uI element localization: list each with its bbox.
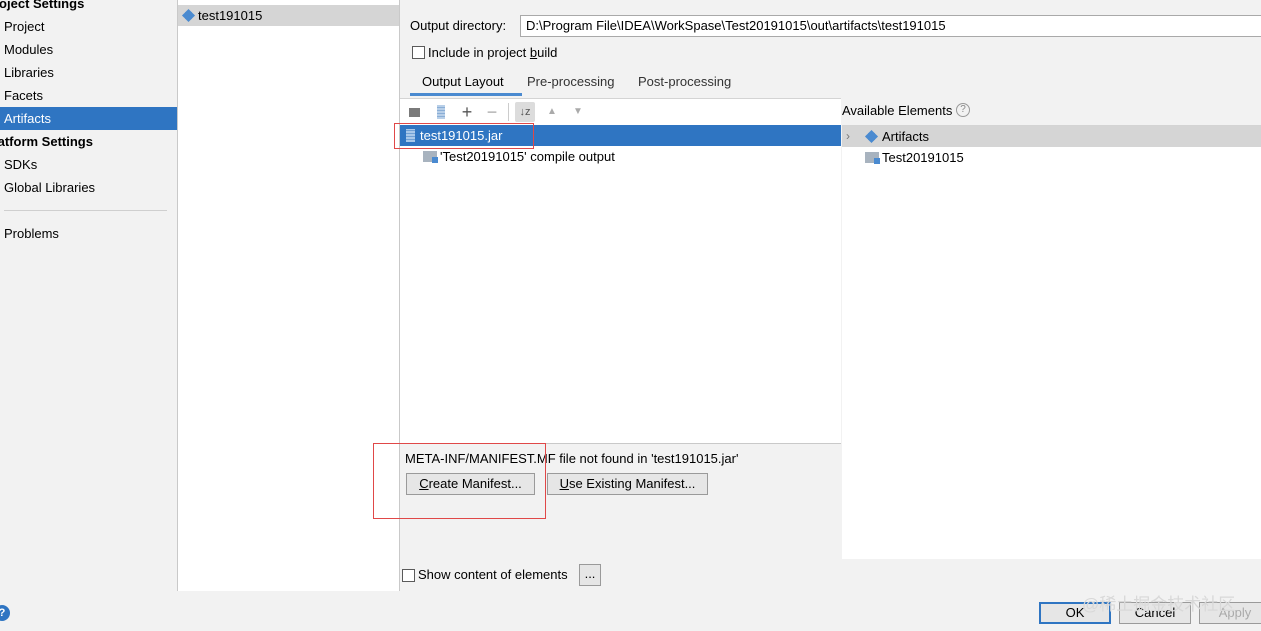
- output-directory-label: Output directory:: [410, 18, 507, 33]
- sidebar-item-problems[interactable]: Problems: [0, 222, 177, 245]
- available-elements-tree: › Artifacts Test20191015: [842, 125, 1261, 559]
- tab-output-layout[interactable]: Output Layout: [410, 74, 522, 96]
- available-item-module[interactable]: Test20191015: [842, 147, 1261, 168]
- output-layout-tree: + − ↓z ▲ ▼ test191015.jar 'Test20191015'…: [400, 98, 841, 444]
- artifact-config-panel: Output directory: D:\Program File\IDEA\W…: [373, 0, 1261, 591]
- platform-settings-heading: latform Settings: [0, 134, 93, 149]
- artifacts-icon: [864, 129, 879, 144]
- watermark: @稀土掘金技术社区: [1082, 595, 1236, 614]
- artifact-name: test191015: [198, 8, 263, 23]
- tree-node-jar-label: test191015.jar: [420, 128, 503, 143]
- artifact-icon: [181, 8, 196, 23]
- available-item-artifacts[interactable]: › Artifacts: [842, 126, 1261, 147]
- tree-node-jar[interactable]: test191015.jar: [400, 125, 841, 146]
- tab-pre-processing[interactable]: Pre-processing: [527, 74, 614, 96]
- expand-chevron-icon[interactable]: ›: [846, 126, 850, 147]
- settings-sidebar: roject Settings Project Modules Librarie…: [0, 0, 178, 591]
- project-settings-heading: roject Settings: [0, 0, 85, 11]
- tree-node-compile-output[interactable]: 'Test20191015' compile output: [400, 146, 841, 167]
- help-icon[interactable]: ?: [956, 103, 970, 117]
- artifact-list-item[interactable]: test191015: [178, 5, 399, 26]
- module-icon: [865, 152, 880, 164]
- create-manifest-button[interactable]: Create Manifest...: [406, 473, 535, 495]
- manifest-panel: META-INF/MANIFEST.MF file not found in '…: [400, 443, 841, 559]
- manifest-message: META-INF/MANIFEST.MF file not found in '…: [405, 451, 739, 466]
- sidebar-item-facets[interactable]: Facets: [0, 84, 177, 107]
- output-directory-field[interactable]: D:\Program File\IDEA\WorkSpase\Test20191…: [520, 15, 1261, 37]
- jar-icon: [406, 129, 415, 142]
- tab-post-processing[interactable]: Post-processing: [638, 74, 731, 96]
- show-content-label: Show content of elements: [418, 567, 568, 582]
- sidebar-item-sdks[interactable]: SDKs: [0, 153, 177, 176]
- add-copy-icon[interactable]: +: [459, 103, 475, 121]
- include-in-build-label: Include in project build: [428, 45, 558, 60]
- sidebar-divider: [4, 210, 167, 211]
- sort-icon[interactable]: ↓z: [515, 102, 535, 122]
- sidebar-item-artifacts[interactable]: Artifacts: [0, 107, 177, 130]
- use-existing-manifest-button[interactable]: Use Existing Manifest...: [547, 473, 708, 495]
- show-content-options-button[interactable]: ...: [579, 564, 601, 586]
- help-button[interactable]: ?: [0, 605, 10, 621]
- available-item-artifacts-label: Artifacts: [882, 129, 929, 144]
- new-directory-icon[interactable]: [408, 104, 424, 120]
- move-down-icon[interactable]: ▼: [570, 104, 586, 120]
- include-in-build-checkbox[interactable]: [412, 46, 425, 59]
- module-output-icon: [423, 151, 438, 163]
- sidebar-item-project[interactable]: Project: [0, 15, 177, 38]
- sidebar-item-global-libraries[interactable]: Global Libraries: [0, 176, 177, 199]
- sidebar-item-modules[interactable]: Modules: [0, 38, 177, 61]
- dialog-button-bar: ? OK Cancel Apply @稀土掘金技术社区: [0, 591, 1261, 631]
- available-elements-title: Available Elements: [842, 103, 953, 118]
- create-archive-icon[interactable]: [433, 104, 449, 120]
- remove-icon[interactable]: −: [484, 103, 500, 121]
- available-item-module-label: Test20191015: [882, 150, 964, 165]
- move-up-icon[interactable]: ▲: [544, 104, 560, 120]
- toolbar-separator: [508, 103, 509, 121]
- tree-node-compile-output-label: 'Test20191015' compile output: [440, 149, 615, 164]
- sidebar-item-libraries[interactable]: Libraries: [0, 61, 177, 84]
- artifact-list: test191015: [178, 0, 400, 591]
- show-content-checkbox[interactable]: [402, 569, 415, 582]
